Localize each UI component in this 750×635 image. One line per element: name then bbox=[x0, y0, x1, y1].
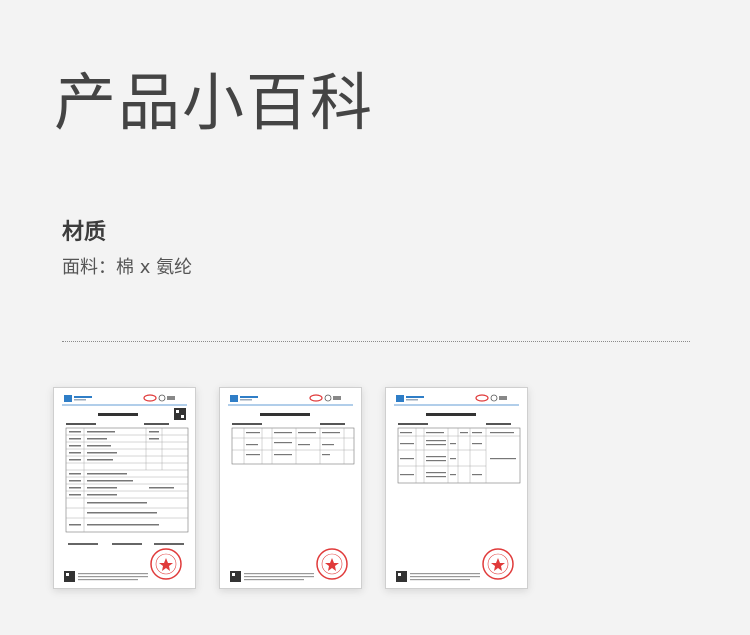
test-report-page-3-icon bbox=[394, 394, 521, 582]
test-report-page-2[interactable] bbox=[219, 387, 362, 589]
page-title: 产品小百科 bbox=[54, 66, 375, 139]
test-report-page-3[interactable] bbox=[385, 387, 528, 589]
test-report-page-2-icon bbox=[228, 394, 355, 582]
test-report-page-1-icon bbox=[62, 394, 189, 582]
dotted-divider bbox=[62, 341, 690, 342]
test-report-page-1[interactable] bbox=[53, 387, 196, 589]
material-description: 面料：棉 x 氨纶 bbox=[62, 257, 193, 278]
material-heading: 材质 bbox=[62, 220, 107, 245]
